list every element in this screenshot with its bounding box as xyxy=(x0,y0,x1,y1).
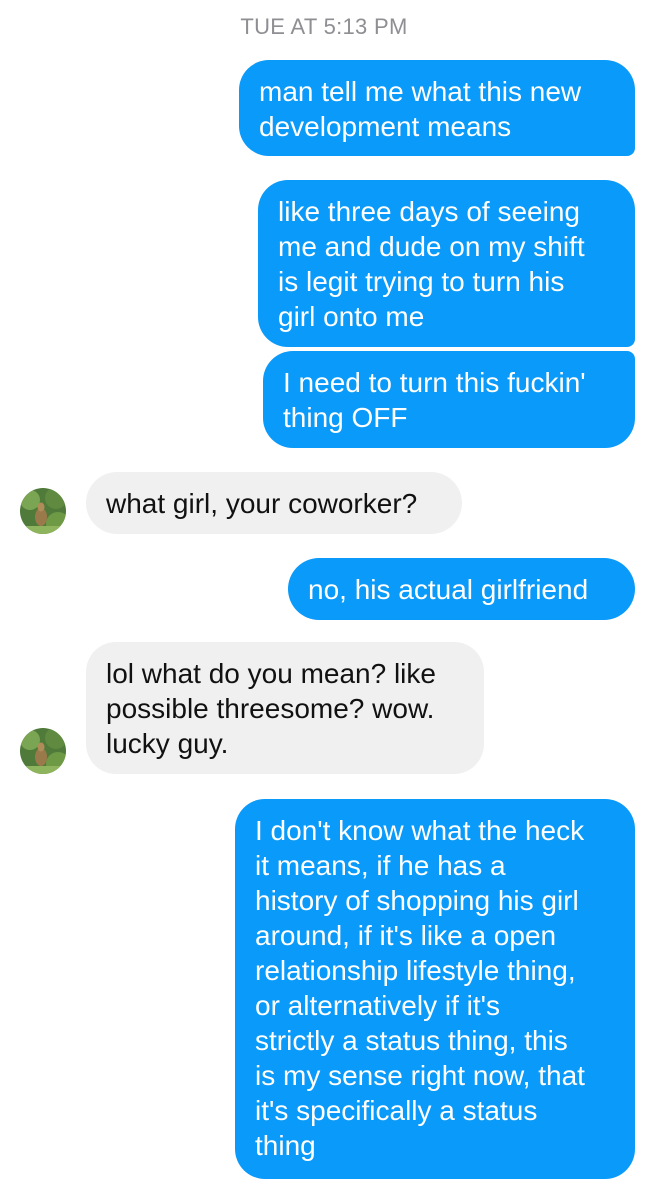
outgoing-message-bubble[interactable]: like three days of seeing me and dude on… xyxy=(258,180,635,347)
outgoing-message-bubble[interactable]: I need to turn this fuckin' thing OFF xyxy=(263,351,635,448)
outgoing-message-bubble[interactable]: I don't know what the heck it means, if … xyxy=(235,799,635,1179)
contact-avatar[interactable] xyxy=(20,728,66,774)
contact-avatar-photo xyxy=(20,728,66,774)
conversation-timestamp: TUE AT 5:13 PM xyxy=(240,14,408,39)
outgoing-message-bubble[interactable]: no, his actual girlfriend xyxy=(288,558,635,620)
incoming-message-bubble[interactable]: lol what do you mean? like possible thre… xyxy=(86,642,484,774)
outgoing-message-bubble[interactable]: man tell me what this new development me… xyxy=(239,60,635,156)
contact-avatar-photo xyxy=(20,488,66,534)
contact-avatar[interactable] xyxy=(20,488,66,534)
incoming-message-bubble[interactable]: what girl, your coworker? xyxy=(86,472,462,534)
